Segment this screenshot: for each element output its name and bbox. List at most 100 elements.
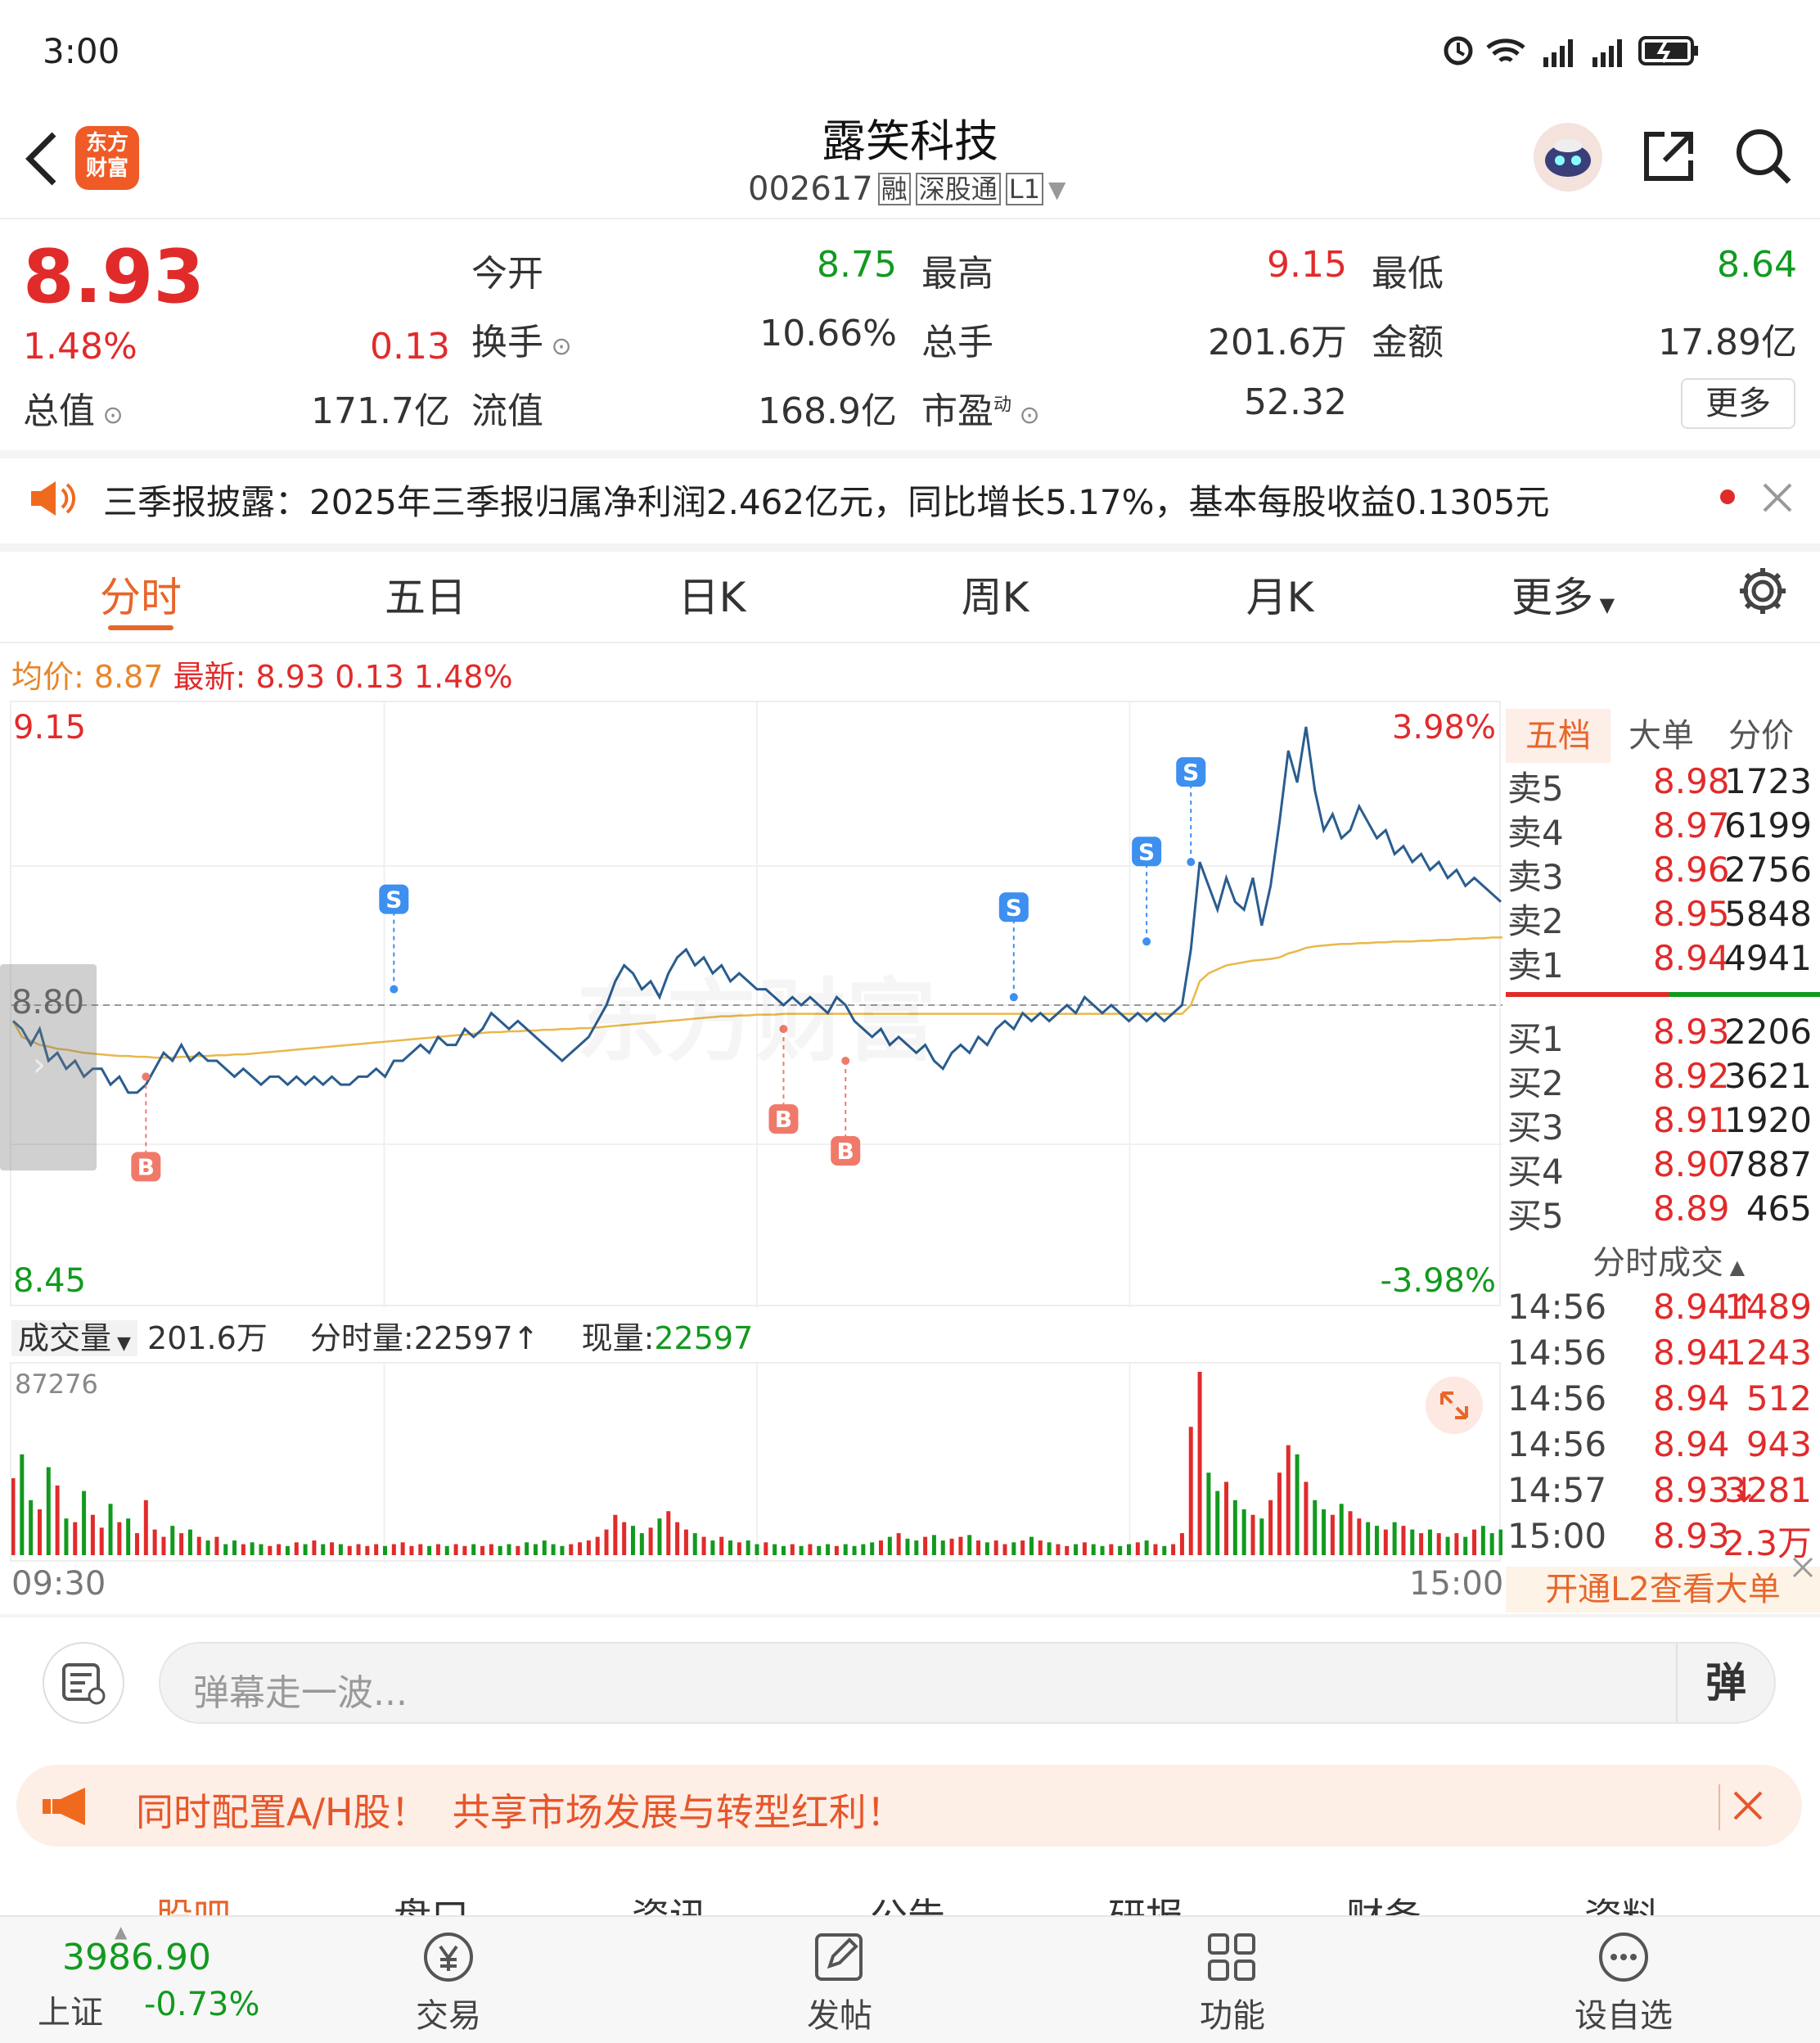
bid-row-4[interactable]: 买4 8.90 7887 (1506, 1144, 1817, 1192)
volume-bar (312, 1540, 317, 1555)
info-icon[interactable]: ⊙ (1011, 401, 1040, 430)
bid-row-2[interactable]: 买2 8.92 3621 (1506, 1056, 1817, 1103)
tab-5day[interactable]: 五日 (336, 565, 516, 624)
volume-bar (391, 1544, 396, 1555)
ob-tab-price[interactable]: 分价 (1728, 709, 1794, 763)
volume-bar (1259, 1518, 1264, 1555)
turnover-label[interactable]: 换手 ⊙ (471, 313, 572, 365)
volume-bar (639, 1533, 644, 1555)
intraday-chart[interactable]: B S B B S S S 东方财富 9.15 3.98% 8.45 -3.98% (10, 701, 1502, 1308)
volume-bar (613, 1514, 618, 1555)
expand-icon[interactable] (1426, 1377, 1483, 1434)
tab-daily-k[interactable]: 日K (622, 565, 802, 624)
volume-bar (321, 1544, 326, 1555)
section-tab[interactable]: 研报 (1108, 1887, 1183, 1915)
mktcap-label[interactable]: 总值 ⊙ (23, 381, 124, 434)
volume-bar (20, 1454, 25, 1555)
bid-row-5[interactable]: 买5 8.89 465 (1506, 1188, 1817, 1236)
pe-label[interactable]: 市盈动 ⊙ (921, 381, 1040, 434)
volume-bar (294, 1542, 299, 1555)
open-label: 今开 (471, 253, 543, 295)
tick-time: 14:57 (1507, 1470, 1607, 1510)
ob-divider (1506, 992, 1820, 997)
tab-more[interactable]: 更多 ▼ (1473, 565, 1653, 624)
volume-header[interactable]: 成交量 ▼ 201.6万 分时量:22597↑ 现量:22597 (11, 1313, 753, 1358)
section-tab[interactable]: 资料 (1584, 1887, 1660, 1915)
volume-bar (879, 1540, 883, 1555)
index-name: 上证 (38, 1994, 103, 2032)
settings-icon[interactable] (1737, 565, 1789, 617)
section-tab[interactable]: 资讯 (632, 1887, 707, 1915)
volume-bar (1100, 1545, 1105, 1555)
volume-bar (1047, 1542, 1052, 1555)
close-icon[interactable] (1759, 480, 1795, 516)
ask-row-5[interactable]: 卖5 8.98 1723 (1506, 761, 1817, 809)
ask-row-1[interactable]: 卖1 8.94 4941 (1506, 938, 1817, 985)
robot-avatar-icon[interactable] (1534, 123, 1602, 192)
volume-bar (435, 1544, 440, 1555)
nav-functions[interactable]: 功能 (1151, 1928, 1314, 2035)
search-icon[interactable] (1733, 126, 1794, 187)
ob-tab-five[interactable]: 五档 (1506, 709, 1611, 763)
bid-row-1[interactable]: 买1 8.93 2206 (1506, 1012, 1817, 1059)
section-tab[interactable]: 盘口 (394, 1887, 469, 1915)
ask-row-2[interactable]: 卖2 8.95 5848 (1506, 894, 1817, 941)
index-widget[interactable]: ▲ 3986.90 上证 -0.73% (33, 1922, 278, 2040)
index-value: 3986.90 (62, 1937, 211, 1978)
app-logo[interactable]: 东方 财富 (75, 126, 139, 190)
volume-bar (1392, 1522, 1397, 1555)
tab-intraday[interactable]: 分时 (51, 565, 231, 624)
volume-selector[interactable]: 成交量 ▼ (11, 1320, 137, 1356)
volume-bar (1445, 1536, 1450, 1555)
section-tab[interactable]: 财务 (1346, 1887, 1421, 1915)
l2-link[interactable]: 开通L2查看大单 (1506, 1567, 1820, 1612)
ob-tab-big[interactable]: 大单 (1629, 709, 1694, 763)
y-top-price: 9.15 (13, 709, 87, 746)
ask-row-4[interactable]: 卖4 8.97 6199 (1506, 805, 1817, 853)
volume-bar (755, 1544, 759, 1555)
dropdown-icon[interactable]: ▼ (1048, 176, 1066, 203)
volume-bar (1268, 1500, 1273, 1555)
amount-label: 金额 (1372, 322, 1444, 363)
ticks-title[interactable]: 分时成交 ▲ (1592, 1236, 1745, 1283)
volume-bar (303, 1544, 308, 1555)
bid-row-3[interactable]: 买3 8.91 1920 (1506, 1100, 1817, 1148)
volume-bar (1082, 1542, 1087, 1555)
nav-add-watchlist[interactable]: 设自选 (1542, 1928, 1705, 2035)
nav-post[interactable]: 发帖 (758, 1928, 921, 2035)
danmu-toggle-icon[interactable] (43, 1642, 124, 1724)
stock-code-row[interactable]: 002617 融 深股通 L1 ▼ (748, 169, 1065, 210)
ob-price: 8.91 (1653, 1100, 1730, 1140)
danmu-send-button[interactable]: 弹 (1676, 1644, 1774, 1722)
promo-banner[interactable]: 同时配置A/H股！ 共享市场发展与转型红利！ (16, 1765, 1802, 1847)
section-tab[interactable]: 公告 (870, 1887, 945, 1915)
tab-weekly-k[interactable]: 周K (905, 565, 1085, 624)
notice-text[interactable]: 三季报披露：2025年三季报归属净利润2.462亿元，同比增长5.17%，基本每… (103, 475, 1550, 525)
tab-monthly-k[interactable]: 月K (1190, 565, 1370, 624)
ob-price: 8.98 (1653, 761, 1730, 801)
volume-bar (746, 1540, 750, 1555)
volume-chart[interactable]: 87276 (10, 1362, 1502, 1563)
volume-bar (462, 1545, 467, 1555)
more-button[interactable]: 更多 (1681, 378, 1795, 429)
info-icon[interactable]: ⊙ (95, 401, 124, 430)
danmu-input[interactable]: 弹幕走一波... 弹 (159, 1642, 1776, 1724)
volume-bar (516, 1545, 520, 1555)
back-icon[interactable] (21, 129, 62, 187)
info-icon[interactable]: ⊙ (543, 332, 572, 361)
section-tab[interactable]: 股吧 (155, 1887, 231, 1915)
signal-dot (1142, 937, 1151, 946)
float-value: 168.9亿 (758, 390, 897, 432)
share-icon[interactable] (1640, 128, 1697, 185)
time-end: 15:00 (1409, 1565, 1504, 1603)
tick-time: 14:56 (1507, 1378, 1607, 1418)
signal-text: S (1138, 838, 1155, 865)
volume-bar (940, 1540, 945, 1555)
y-crosshair-handle[interactable]: 8.80 › (0, 964, 97, 1170)
promo-close-icon[interactable] (1719, 1784, 1764, 1830)
close-icon[interactable] (1791, 1555, 1815, 1580)
ask-row-3[interactable]: 卖3 8.96 2756 (1506, 850, 1817, 897)
nav-trade[interactable]: 交易 (367, 1928, 530, 2035)
volume-bar (1056, 1544, 1061, 1555)
volume-bar (356, 1544, 361, 1555)
